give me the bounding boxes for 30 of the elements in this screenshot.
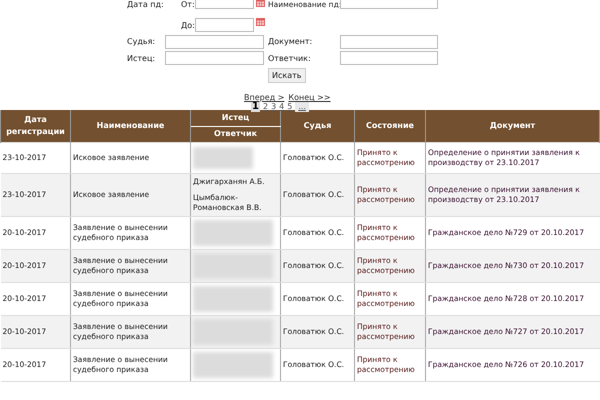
column-header: Ответчик: [190, 126, 280, 142]
column-header: Истец: [190, 110, 280, 126]
column-header: Состояние: [354, 110, 426, 142]
field-label: От:: [181, 0, 195, 10]
column-header: Дата регистрации: [0, 110, 70, 142]
column-header: Судья: [280, 110, 354, 142]
field-label: До:: [181, 20, 195, 32]
column-header: Наименование: [70, 110, 190, 142]
calendar-icon[interactable]: [256, 18, 265, 26]
page-link[interactable]: 3: [271, 102, 276, 112]
redacted-block: [193, 146, 253, 168]
input-field[interactable]: [165, 35, 264, 49]
field-label: Документ:: [268, 36, 312, 48]
column-header: Документ: [426, 110, 600, 142]
field-label: Ответчик:: [268, 53, 311, 65]
page-link[interactable]: 4: [279, 102, 284, 112]
page-link[interactable]: 5: [287, 102, 292, 112]
calendar-icon[interactable]: [256, 0, 265, 7]
field-label: Судья:: [127, 36, 156, 48]
input-field[interactable]: [340, 51, 438, 65]
field-label: Истец:: [127, 53, 156, 65]
page-link[interactable]: 1: [251, 102, 260, 112]
page-link[interactable]: ...: [295, 102, 309, 112]
input-field[interactable]: [340, 35, 438, 49]
input-field[interactable]: [195, 18, 254, 32]
field-label: Дата пд:: [127, 0, 164, 10]
page-link[interactable]: 2: [262, 102, 268, 112]
input-field[interactable]: [165, 51, 264, 65]
last-link[interactable]: Конец >>: [288, 92, 331, 104]
search-button[interactable]: Искать: [268, 68, 306, 83]
